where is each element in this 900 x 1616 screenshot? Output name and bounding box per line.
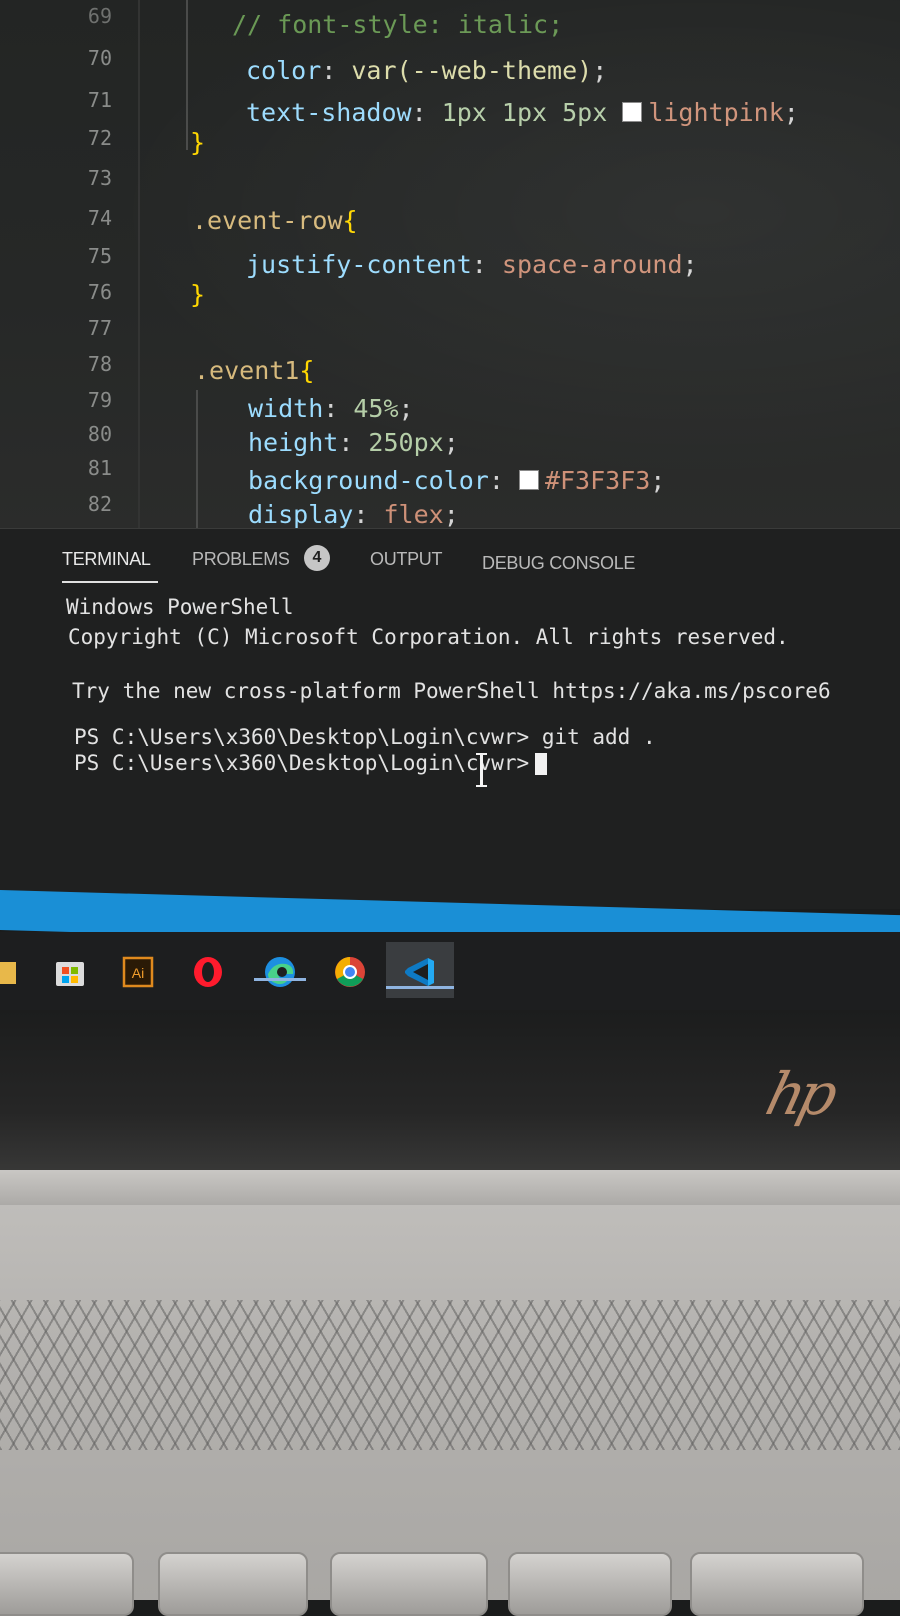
tab-terminal[interactable]: TERMINAL (62, 549, 151, 570)
line-number: 73 (87, 166, 112, 190)
css-value: 45% (353, 394, 399, 423)
terminal-command: git add . (541, 725, 656, 749)
active-tab-indicator (62, 581, 158, 583)
terminal-prompt: PS C:\Users\x360\Desktop\Login\cvwr> (74, 725, 530, 749)
line-number: 80 (87, 422, 112, 446)
line-number: 77 (87, 316, 112, 340)
keyboard-key (0, 1552, 134, 1616)
css-value: #F3F3F3 (544, 466, 651, 495)
code-line: height: 250px; (248, 428, 459, 457)
keyboard-key (690, 1552, 864, 1616)
css-value: space-around (501, 250, 683, 279)
code-line: justify-content: space-around; (246, 250, 698, 279)
css-value: 1px 1px 5px (441, 98, 608, 127)
code-line: .event-row{ (192, 206, 358, 235)
css-selector: .event-row (192, 206, 343, 235)
css-property: background-color (248, 466, 489, 495)
screen-bezel (0, 1010, 900, 1180)
keyboard-key (508, 1552, 672, 1616)
code-line: text-shadow: 1px 1px 5px lightpink; (246, 98, 799, 127)
indent-guide (138, 0, 140, 530)
adobe-illustrator-icon[interactable]: Ai (118, 952, 158, 992)
terminal-prompt: PS C:\Users\x360\Desktop\Login\cvwr> (74, 751, 530, 775)
text-cursor-icon (476, 753, 487, 787)
code-line: .event1{ (194, 356, 315, 385)
windows-taskbar: Ai (0, 932, 900, 1012)
css-property: text-shadow (246, 98, 412, 127)
line-number: 75 (87, 244, 112, 268)
line-number: 71 (87, 88, 112, 112)
running-indicator (254, 978, 306, 981)
css-value: flex (383, 500, 444, 529)
line-number: 74 (87, 206, 112, 230)
bottom-panel: TERMINAL PROBLEMS 4 OUTPUT DEBUG CONSOLE… (0, 528, 900, 909)
terminal-cursor (535, 753, 548, 775)
tab-problems[interactable]: PROBLEMS (192, 549, 290, 570)
css-value: 250px (368, 428, 444, 457)
code-line: display: flex; (248, 500, 459, 529)
line-number: 82 (87, 492, 112, 516)
laptop-hinge (0, 1170, 900, 1210)
css-property: display (248, 500, 354, 529)
edge-icon[interactable] (260, 952, 300, 992)
file-explorer-icon[interactable] (0, 952, 22, 992)
svg-text:Ai: Ai (132, 965, 144, 981)
running-indicator (386, 986, 454, 989)
line-number: 81 (87, 456, 112, 480)
line-number: 69 (87, 4, 112, 28)
line-number: 76 (87, 280, 112, 304)
css-property: height (248, 428, 339, 457)
code-line: color: var(--web-theme); (246, 56, 608, 85)
tab-debug-console[interactable]: DEBUG CONSOLE (482, 553, 635, 574)
code-line: } (190, 128, 206, 157)
tab-output[interactable]: OUTPUT (370, 549, 443, 570)
code-line: } (190, 280, 206, 309)
keyboard-key (158, 1552, 308, 1616)
css-value: lightpink (648, 98, 784, 127)
code-line: // font-style: italic; (232, 10, 564, 39)
indent-guide (196, 390, 198, 530)
line-number: 72 (87, 126, 112, 150)
microsoft-store-icon[interactable] (50, 952, 90, 992)
terminal-line: PS C:\Users\x360\Desktop\Login\cvwr> git… (74, 725, 656, 749)
terminal-line: Try the new cross-platform PowerShell ht… (72, 679, 831, 703)
terminal-line: Copyright (C) Microsoft Corporation. All… (68, 625, 789, 649)
line-number: 70 (87, 46, 112, 70)
keyboard-key (330, 1552, 488, 1616)
css-property: width (248, 394, 324, 423)
css-value: var(--web-theme) (351, 56, 593, 85)
css-property: justify-content (246, 250, 472, 279)
color-swatch[interactable] (518, 470, 539, 490)
opera-icon[interactable] (188, 952, 228, 992)
speaker-grille (0, 1300, 900, 1450)
line-number: 79 (87, 388, 112, 412)
chrome-icon[interactable] (330, 952, 370, 992)
color-swatch[interactable] (622, 102, 643, 122)
indent-guide (186, 0, 188, 150)
code-editor[interactable]: 69 70 71 72 73 74 75 76 77 78 79 80 81 8… (0, 0, 900, 530)
code-line: background-color: #F3F3F3; (248, 466, 666, 495)
css-selector: .event1 (194, 356, 300, 385)
code-line: width: 45%; (248, 394, 414, 423)
terminal-line: Windows PowerShell (66, 595, 294, 619)
css-property: color (246, 56, 322, 85)
problems-count-badge: 4 (304, 545, 330, 571)
line-number: 78 (87, 352, 112, 376)
